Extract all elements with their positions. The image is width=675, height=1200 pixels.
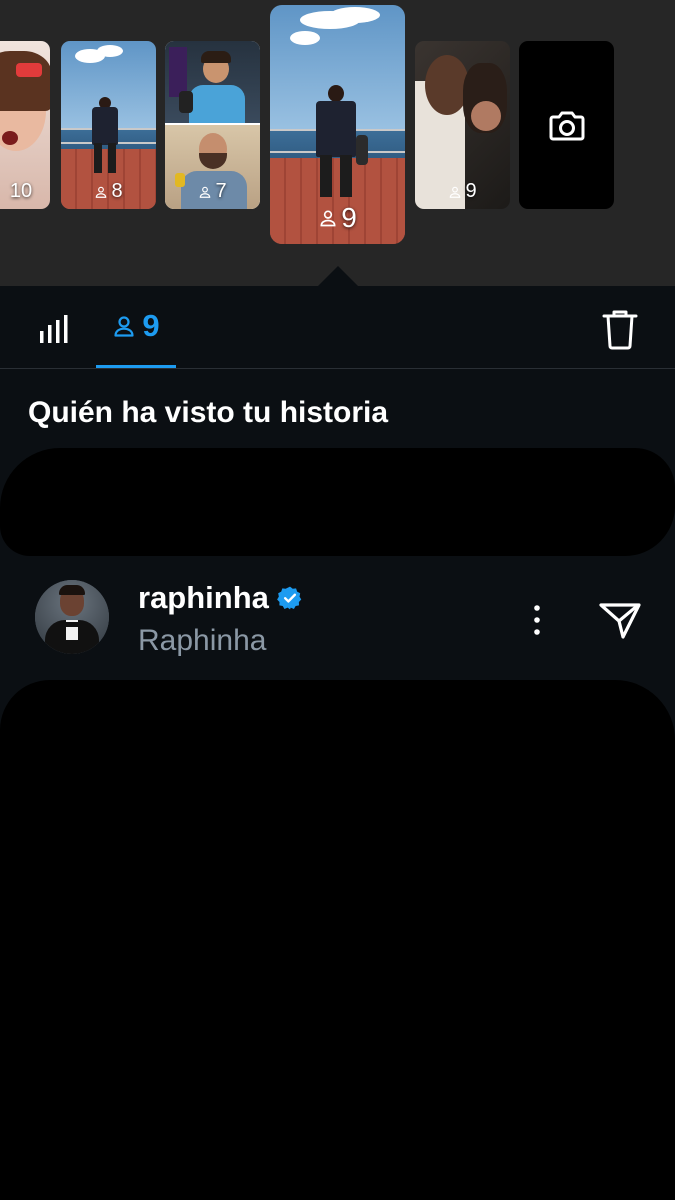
story-thumbnail-selected[interactable]: 9	[270, 5, 405, 244]
story-thumbnail[interactable]: 9	[415, 41, 510, 209]
add-story-camera-button[interactable]	[519, 41, 614, 209]
story-view-count: 9	[270, 202, 405, 234]
people-icon	[96, 186, 107, 198]
selected-story-pointer	[318, 266, 358, 286]
bar-chart-icon	[40, 315, 68, 343]
send-icon	[599, 603, 641, 639]
story-strip: 10 8 7 9 9	[0, 0, 675, 286]
logo-sticker	[16, 63, 42, 77]
hair-shape	[0, 51, 50, 111]
people-icon	[450, 186, 461, 198]
mouth-shape	[2, 131, 18, 145]
more-options-button[interactable]	[525, 600, 549, 640]
viewers-count: 9	[142, 307, 160, 343]
people-icon	[200, 186, 211, 198]
tab-bar: 9	[0, 286, 675, 369]
viewer-handle: Raphinha	[138, 624, 267, 657]
story-view-count: 8	[61, 180, 156, 203]
viewer-name[interactable]: raphinha	[138, 580, 303, 616]
people-icon	[114, 315, 134, 337]
story-view-count: 10	[9, 180, 33, 202]
redacted-area	[0, 448, 675, 556]
more-vertical-icon	[534, 605, 540, 635]
story-thumbnail[interactable]: 10	[0, 41, 50, 209]
story-view-count: 7	[165, 180, 260, 203]
story-thumbnail[interactable]: 8	[61, 41, 156, 209]
section-title: Quién ha visto tu historia	[28, 396, 389, 429]
people-icon	[320, 210, 336, 227]
bag-shape	[356, 135, 368, 165]
verified-badge-icon	[277, 586, 302, 610]
redacted-area	[0, 760, 675, 1200]
trash-icon	[602, 310, 638, 350]
delete-story-button[interactable]	[602, 308, 638, 350]
camera-icon	[549, 111, 585, 141]
tab-viewers[interactable]: 9	[96, 286, 176, 368]
send-message-button[interactable]	[597, 597, 643, 643]
face-shape	[471, 101, 501, 131]
upper-panel	[165, 41, 260, 123]
tab-stats[interactable]	[36, 311, 72, 347]
jersey-number	[330, 117, 342, 137]
avatar[interactable]	[35, 580, 109, 654]
story-view-count: 9	[415, 180, 510, 203]
story-thumbnail[interactable]: 7	[165, 41, 260, 209]
